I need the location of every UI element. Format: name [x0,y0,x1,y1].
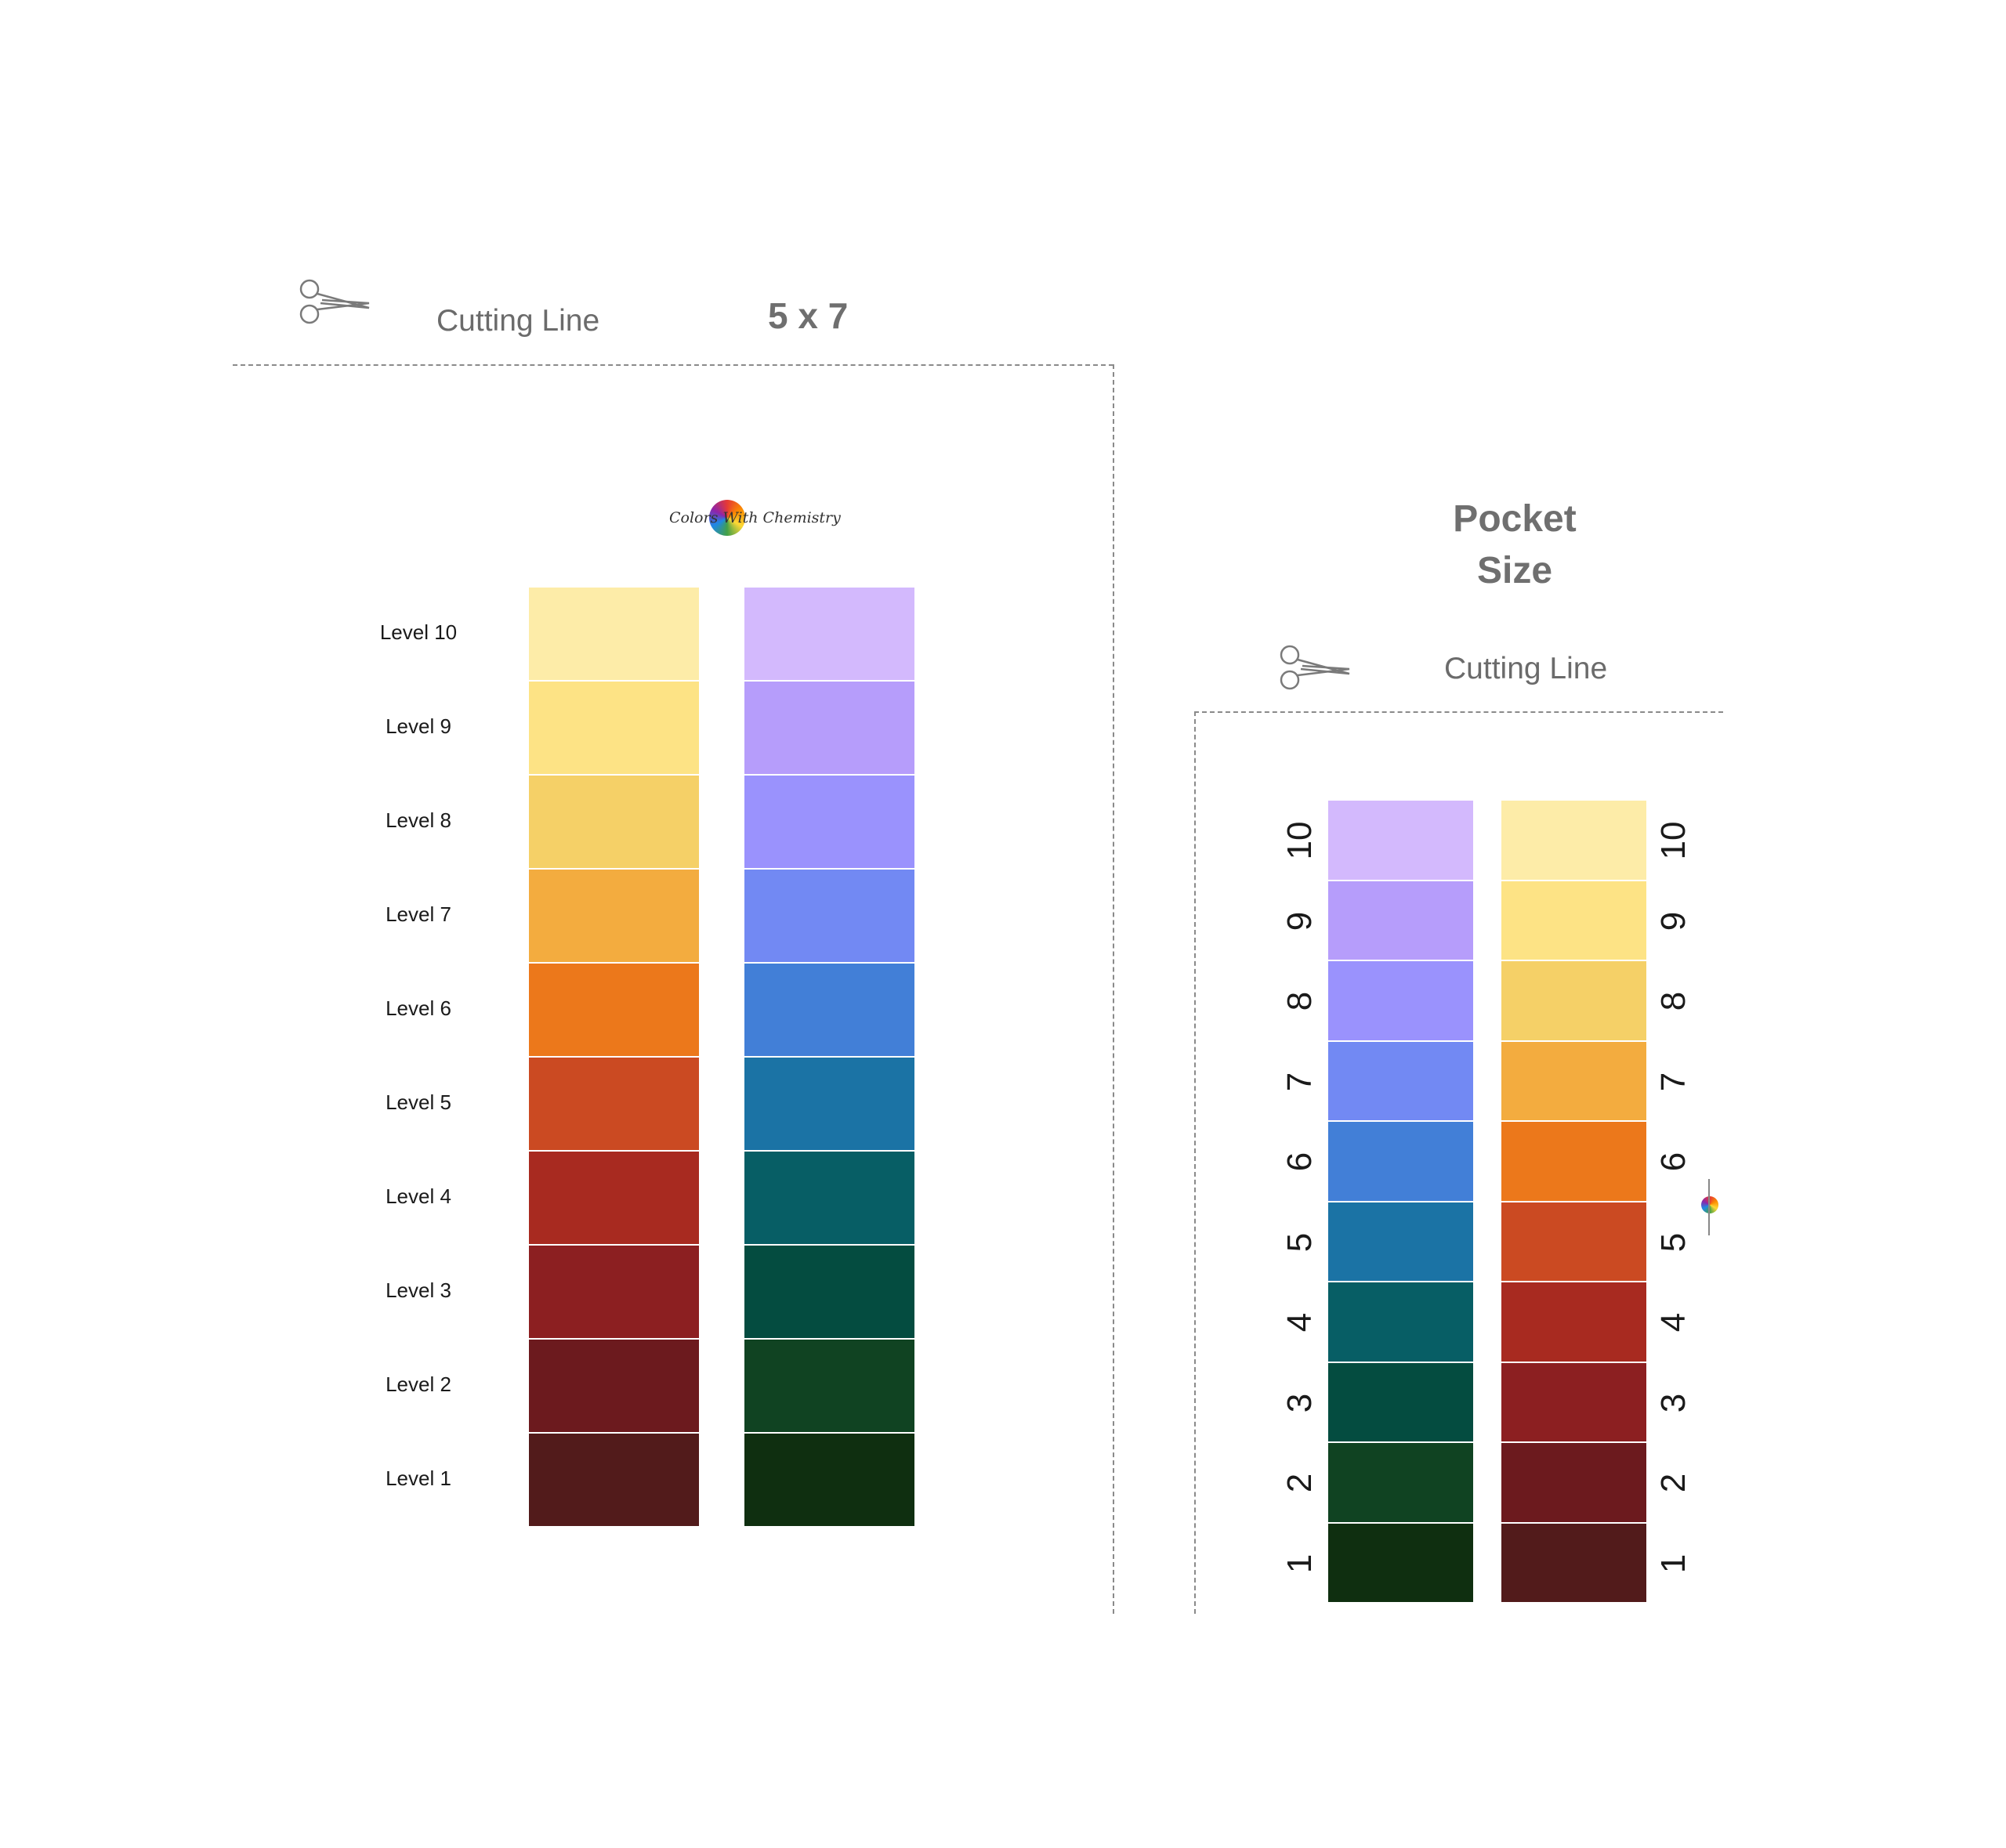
pocket-cool-swatch [1328,1362,1473,1441]
warm-swatch [529,588,699,680]
pocket-number-right: 6 [1654,1152,1693,1172]
cool-swatch [744,1246,914,1338]
pocket-warm-swatch [1501,1202,1646,1281]
level-label: Level 1 [386,1466,451,1490]
pocket-title-line1: Pocket [1453,498,1577,540]
pocket-warm-swatch [1501,881,1646,960]
pocket-warm-swatch [1501,801,1646,880]
warm-swatch [529,776,699,868]
cool-swatch [744,1340,914,1432]
pocket-number-left: 4 [1280,1312,1319,1333]
pocket-number-right: 2 [1654,1473,1693,1493]
cool-swatch [744,964,914,1056]
cutting-line-horizontal [233,364,1113,366]
pocket-warm-swatch [1501,1122,1646,1201]
pocket-number-left: 6 [1280,1152,1319,1172]
warm-swatch [529,1246,699,1338]
pocket-warm-swatch [1501,1282,1646,1362]
pocket-number-right: 4 [1654,1312,1693,1333]
warm-swatch [529,870,699,962]
level-label: Level 3 [386,1278,451,1302]
pocket-number-left: 8 [1280,991,1319,1011]
level-label: Level 6 [386,996,451,1020]
pocket-number-left: 3 [1280,1393,1319,1412]
pocket-number-right: 9 [1654,911,1693,931]
level-label: Level 10 [379,620,458,644]
pocket-warm-swatch [1501,1443,1646,1522]
scissors-icon [1280,645,1350,690]
pocket-number-left: 9 [1280,911,1319,931]
logo-text-mark [1708,1179,1710,1235]
warm-swatch [529,1340,699,1432]
pocket-number-right: 5 [1654,1232,1693,1252]
warm-swatch [529,682,699,774]
cutting-line-label: Cutting Line [436,304,600,338]
pocket-number-right: 7 [1654,1072,1693,1091]
pocket-warm-swatch [1501,1523,1646,1602]
pocket-number-left: 7 [1280,1072,1319,1091]
pocket-cutting-line-label: Cutting Line [1444,652,1608,685]
warm-swatch [529,1152,699,1244]
cool-swatch [744,870,914,962]
logo-color-wheel-icon [1701,1196,1718,1213]
pocket-number-left: 1 [1280,1553,1319,1573]
pocket-cool-swatch [1328,1282,1473,1362]
pocket-warm-swatch [1501,1041,1646,1120]
cool-swatch [744,1152,914,1244]
cool-swatch [744,588,914,680]
pocket-cool-swatch [1328,801,1473,880]
pocket-cool-swatch [1328,1122,1473,1201]
pocket-number-left: 2 [1280,1473,1319,1493]
pocket-cutting-line-horizontal [1194,711,1723,713]
warm-swatch [529,1434,699,1526]
level-label: Level 4 [386,1184,451,1208]
pocket-warm-swatch [1501,1362,1646,1441]
size-title-5x7: 5 x 7 [768,295,849,336]
pocket-number-right: 10 [1654,821,1693,860]
cool-swatch [744,1434,914,1526]
level-label: Level 5 [386,1090,451,1114]
pocket-size-title: Pocket Size [1421,494,1609,597]
pocket-number-left: 5 [1280,1232,1319,1252]
pocket-number-right: 8 [1654,991,1693,1011]
pocket-number-left: 10 [1280,821,1319,860]
pocket-cool-swatch [1328,1523,1473,1602]
pocket-logo-small [1699,1179,1721,1235]
pocket-cool-swatch [1328,961,1473,1040]
cool-swatch [744,776,914,868]
logo-text: Colors With Chemistry [669,509,841,526]
pocket-number-right: 3 [1654,1393,1693,1412]
colors-with-chemistry-logo: Colors With Chemistry [666,494,841,541]
level-label: Level 7 [386,902,451,926]
pocket-cool-swatch [1328,1443,1473,1522]
scissors-icon [299,279,370,324]
pocket-cool-swatch [1328,1202,1473,1281]
warm-swatch [529,964,699,1056]
cutting-line-vertical [1113,364,1114,1614]
cool-swatch [744,1058,914,1150]
level-label: Level 2 [386,1372,451,1396]
pocket-cool-swatch [1328,1041,1473,1120]
cool-swatch [744,682,914,774]
warm-swatch [529,1058,699,1150]
pocket-cool-swatch [1328,881,1473,960]
pocket-title-line2: Size [1476,550,1553,591]
level-label: Level 9 [386,714,451,738]
level-label: Level 8 [386,808,451,832]
pocket-warm-swatch [1501,961,1646,1040]
pocket-number-right: 1 [1654,1553,1693,1573]
pocket-cutting-line-vertical [1194,711,1196,1614]
